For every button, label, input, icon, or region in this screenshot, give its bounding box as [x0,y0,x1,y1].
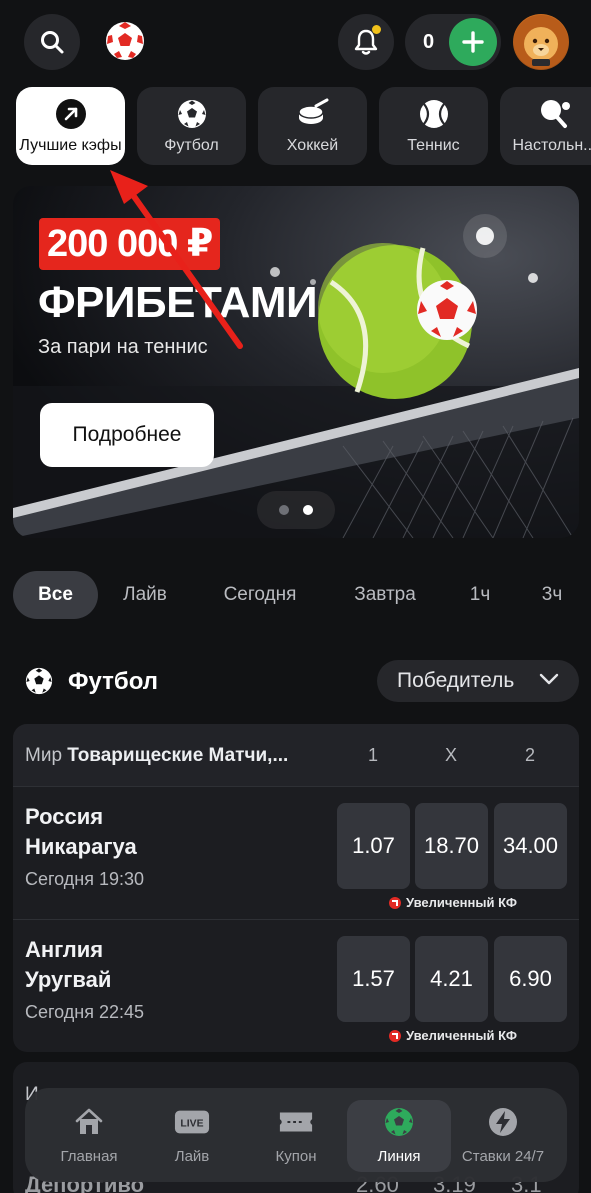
balance-value: 0 [423,31,435,53]
soccer-ball-icon [177,100,206,128]
boost-icon [389,896,401,909]
nav-line[interactable]: Линия [347,1100,451,1172]
coupon-icon [279,1112,313,1132]
filter-today[interactable]: Сегодня [210,571,310,619]
promo-banner[interactable]: 200 000 ₽ ФРИБЕТАМИ За пари на теннис По… [13,186,579,538]
banner-amount-badge: 200 000 ₽ [39,218,221,270]
odd-button-x[interactable]: 18.70 [415,803,488,889]
event-card: Мир Товарищеские Матчи,... 1 X 2 Россия … [13,724,579,1052]
top-bar: 0 [0,0,591,84]
plus-icon [462,31,484,53]
team-home: Россия [25,804,104,829]
avatar[interactable] [513,14,569,70]
notification-dot [372,25,381,34]
odd-button-1[interactable]: 1.07 [337,803,410,889]
sport-tile-best-odds[interactable]: Лучшие кэфы [16,87,125,165]
balance-pill[interactable]: 0 [405,14,501,70]
nav-bets-24-7[interactable]: Ставки 24/7 [451,1100,555,1172]
banner-details-button[interactable]: Подробнее [40,403,214,467]
column-header-x: X [444,745,457,765]
sports-carousel[interactable]: Лучшие кэфы Футбол Хоккей Теннис Настоль… [16,87,591,165]
soccer-ball-icon [385,1108,413,1136]
odd-button-x[interactable]: 4.21 [415,936,488,1022]
home-icon [75,1108,103,1134]
soccer-ball-icon [25,667,53,695]
arrow-up-right-icon [55,99,86,129]
search-icon [41,31,64,54]
sport-tile-label: Хоккей [286,137,339,154]
lightning-icon [489,1108,517,1136]
sport-tile-label: Лучшие кэфы [19,137,122,154]
market-select[interactable]: Победитель [377,660,579,702]
match-row[interactable]: Россия Никарагуа Сегодня 19:30 1.07 18.7… [13,786,579,918]
bottom-navigation: Главная LIVE Лайв Купон Линия Ставки 24/… [25,1088,567,1182]
sport-tile-football[interactable]: Футбол [137,87,246,165]
live-icon: LIVE [174,1110,210,1134]
odd-button-2[interactable]: 6.90 [494,936,567,1022]
hockey-puck-icon [297,98,328,124]
tennis-ball-icon [419,100,448,128]
match-row[interactable]: Англия Уругвай Сегодня 22:45 1.57 4.21 6… [13,919,579,1051]
banner-title: ФРИБЕТАМИ [38,278,318,327]
carousel-indicator[interactable] [257,491,335,529]
sport-tile-tennis[interactable]: Теннис [379,87,488,165]
column-header-1: 1 [367,745,378,765]
deposit-button[interactable] [449,18,497,66]
match-time: Сегодня 22:45 [25,1002,145,1022]
nav-coupon[interactable]: Купон [244,1100,348,1172]
nav-label: Лайв [174,1148,210,1165]
notifications-button[interactable] [338,14,394,70]
league-header[interactable]: Мир Товарищеские Матчи,... 1 X 2 [13,724,579,786]
filter-all[interactable]: Все [13,571,98,619]
filter-3h[interactable]: 3ч [532,571,572,619]
sport-tile-hockey[interactable]: Хоккей [258,87,367,165]
carousel-dot-active[interactable] [303,505,313,515]
football-section-header: Футбол Победитель [0,660,591,704]
boosted-odds-badge: Увеличенный КФ [389,895,517,910]
nav-home[interactable]: Главная [37,1100,141,1172]
time-filter-tabs: Все Лайв Сегодня Завтра 1ч 3ч [0,571,591,619]
league-region: Мир [25,745,63,766]
team-away: Никарагуа [25,834,137,859]
odd-button-2[interactable]: 34.00 [494,803,567,889]
filter-1h[interactable]: 1ч [462,571,498,619]
odd-button-1[interactable]: 1.57 [337,936,410,1022]
brand-logo[interactable] [104,20,146,62]
nav-label: Линия [377,1148,421,1165]
ping-pong-icon [540,100,570,128]
nav-label: Купон [275,1148,317,1165]
league-title: Мир Товарищеские Матчи,... [25,745,288,767]
match-time: Сегодня 19:30 [25,869,145,889]
section-title: Футбол [68,668,159,695]
search-button[interactable] [24,14,80,70]
column-header-2: 2 [524,745,535,765]
team-home: Англия [25,937,104,962]
nav-live[interactable]: LIVE Лайв [140,1100,244,1172]
boost-label: Увеличенный КФ [406,895,517,910]
league-name: Товарищеские Матчи,... [67,745,289,766]
team-away: Уругвай [25,967,112,992]
sport-tile-label: Настольн... [512,137,591,154]
market-select-value: Победитель [397,669,515,692]
sport-tile-table-tennis[interactable]: Настольн... [500,87,591,165]
chevron-down-icon [539,673,559,685]
banner-subtitle: За пари на теннис [38,336,208,358]
boosted-odds-badge: Увеличенный КФ [389,1028,517,1043]
filter-live[interactable]: Лайв [112,571,178,619]
nav-label: Ставки 24/7 [461,1148,545,1165]
boost-label: Увеличенный КФ [406,1028,517,1043]
sport-tile-label: Теннис [407,137,460,154]
sport-tile-label: Футбол [164,137,219,154]
carousel-dot[interactable] [279,505,289,515]
nav-label: Главная [60,1148,118,1165]
filter-tomorrow[interactable]: Завтра [340,571,430,619]
boost-icon [389,1029,401,1042]
lion-avatar-icon [514,15,568,69]
live-icon-text: LIVE [180,1119,203,1130]
